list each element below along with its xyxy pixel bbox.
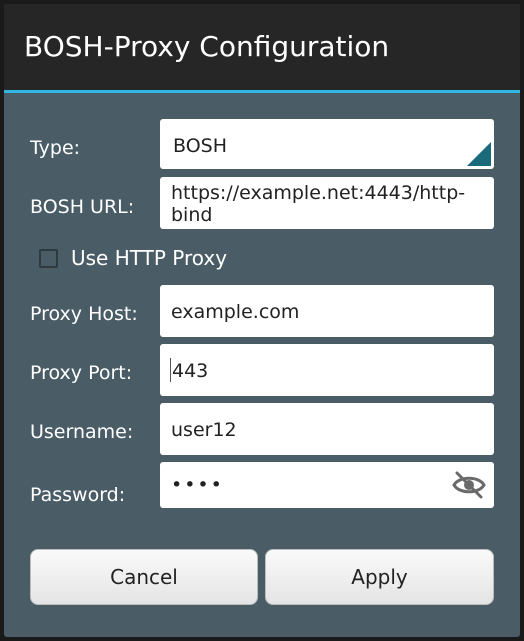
proxy-port-input[interactable]: 443 [160,344,494,396]
username-label: Username: [30,421,134,443]
bosh-proxy-dialog: BOSH-Proxy Configuration Type: BOSH BOSH… [4,4,520,637]
proxy-host-label: Proxy Host: [30,303,138,325]
type-selected-value: BOSH [173,135,228,157]
password-value: •••• [171,474,224,496]
type-label: Type: [30,137,81,159]
eye-off-icon[interactable] [452,470,486,500]
use-http-proxy-label[interactable]: Use HTTP Proxy [71,246,227,270]
password-label: Password: [30,484,126,506]
dialog-titlebar: BOSH-Proxy Configuration [4,4,520,90]
apply-button[interactable]: Apply [265,549,494,605]
dialog-title: BOSH-Proxy Configuration [24,30,390,63]
cancel-button[interactable]: Cancel [30,549,258,605]
text-cursor [170,358,171,382]
proxy-port-label: Proxy Port: [30,362,133,384]
title-divider [4,90,520,93]
type-spinner[interactable]: BOSH [160,119,494,169]
bosh-url-value: https://example.net:4443/http-bind [171,182,466,226]
password-input[interactable]: •••• [160,462,494,508]
username-value: user12 [171,419,237,441]
proxy-host-value: example.com [171,301,300,323]
dropdown-arrow-icon [467,142,491,166]
use-http-proxy-checkbox[interactable] [39,249,58,268]
proxy-port-value: 443 [172,360,209,382]
proxy-host-input[interactable]: example.com [160,285,494,337]
bosh-url-label: BOSH URL: [30,196,135,218]
bosh-url-input[interactable]: https://example.net:4443/http-bind [160,177,494,229]
username-input[interactable]: user12 [160,403,494,455]
